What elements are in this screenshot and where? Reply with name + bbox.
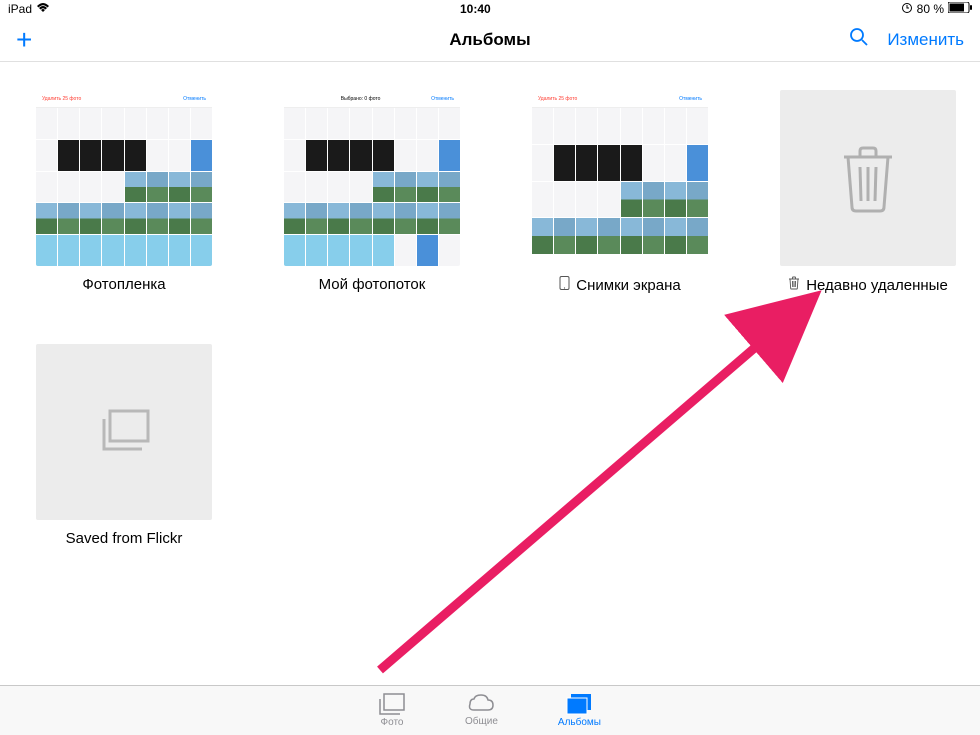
trash-icon — [838, 143, 898, 213]
album-screenshots[interactable]: Удалить 25 фотоОтменить Снимки экрана — [532, 90, 708, 294]
album-label: Фотопленка — [82, 276, 165, 293]
rotation-lock-icon — [901, 2, 913, 17]
album-camera-roll[interactable]: Удалить 25 фотоОтменить Фотопленка — [36, 90, 212, 294]
albums-grid: Удалить 25 фотоОтменить Фотопленка Выбра… — [0, 62, 980, 575]
nav-bar: + Альбомы Изменить — [0, 18, 980, 62]
tab-label: Фото — [381, 717, 404, 728]
page-title: Альбомы — [449, 30, 530, 50]
tab-albums[interactable]: Альбомы — [558, 693, 601, 728]
device-icon — [559, 276, 570, 294]
battery-icon — [948, 2, 972, 16]
add-button[interactable]: + — [16, 26, 32, 54]
photos-tab-icon — [379, 693, 405, 715]
albums-tab-icon — [566, 693, 592, 715]
album-label: Недавно удаленные — [806, 277, 948, 294]
album-thumbnail: Выбрано: 0 фотоОтменить — [284, 90, 460, 266]
status-bar: iPad 10:40 80 % — [0, 0, 980, 18]
search-icon[interactable] — [849, 27, 869, 52]
album-thumbnail: Удалить 25 фотоОтменить — [532, 90, 708, 266]
device-label: iPad — [8, 2, 32, 16]
tab-label: Альбомы — [558, 717, 601, 728]
shared-tab-icon — [466, 694, 496, 714]
wifi-icon — [36, 2, 50, 16]
tab-photos[interactable]: Фото — [379, 693, 405, 728]
album-thumbnail — [780, 90, 956, 266]
album-thumbnail: Удалить 25 фотоОтменить — [36, 90, 212, 266]
status-time: 10:40 — [460, 2, 491, 16]
album-label: Saved from Flickr — [66, 530, 183, 547]
album-saved-from-flickr[interactable]: Saved from Flickr — [36, 344, 212, 547]
edit-button[interactable]: Изменить — [887, 30, 964, 50]
tab-shared[interactable]: Общие — [465, 694, 498, 727]
album-label: Снимки экрана — [576, 277, 680, 294]
album-photo-stream[interactable]: Выбрано: 0 фотоОтменить Мой фотопоток — [284, 90, 460, 294]
trash-mini-icon — [788, 276, 800, 294]
tab-bar: Фото Общие Альбомы — [0, 685, 980, 735]
album-recently-deleted[interactable]: Недавно удаленные — [780, 90, 956, 294]
battery-label: 80 % — [917, 2, 944, 16]
tab-label: Общие — [465, 716, 498, 727]
album-thumbnail — [36, 344, 212, 520]
stack-icon — [96, 409, 152, 455]
album-label: Мой фотопоток — [319, 276, 426, 293]
